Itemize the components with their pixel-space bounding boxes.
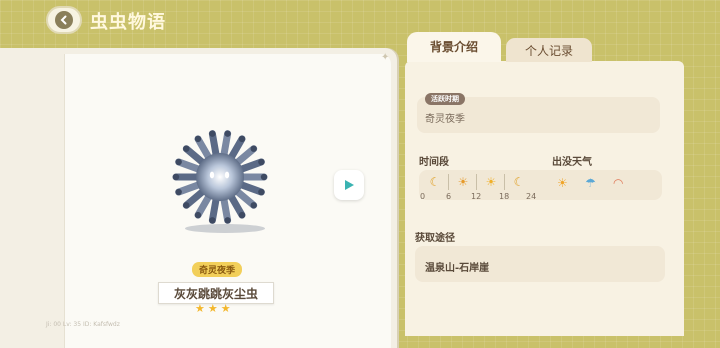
rain-icon: ☂ bbox=[585, 176, 596, 190]
page-corner-icon: ✦ bbox=[381, 52, 390, 63]
divider bbox=[448, 174, 449, 190]
season-badge: 奇灵夜季 bbox=[192, 262, 243, 277]
route-value: 温泉山-石岸崖 bbox=[425, 263, 490, 274]
play-icon bbox=[345, 180, 354, 190]
time-tick: 0 bbox=[420, 192, 426, 201]
time-tick: 6 bbox=[446, 192, 452, 201]
dust-bug-illustration bbox=[172, 130, 268, 224]
star-icon: ★ bbox=[207, 302, 218, 315]
rating-stars: ★ ★ ★ bbox=[195, 303, 231, 314]
tab-personal-record[interactable]: 个人记录 bbox=[506, 38, 592, 62]
sunrise-icon: ☀ bbox=[457, 175, 469, 189]
page-title: 虫虫物语 bbox=[90, 12, 166, 33]
rainbow-icon: ◠ bbox=[613, 176, 624, 190]
active-season-value: 奇灵夜季 bbox=[425, 114, 465, 125]
creature-name: 灰灰跳跳灰尘虫 bbox=[158, 282, 274, 304]
active-period-label: 活跃时期 bbox=[425, 93, 465, 105]
footer-meta: Ji: 00 Lv: 35 ID: Kafsfwdz bbox=[46, 321, 120, 328]
moon-icon: ☾ bbox=[513, 175, 525, 189]
star-icon: ★ bbox=[195, 302, 205, 315]
star-icon: ★ bbox=[220, 302, 231, 315]
chevron-left-icon bbox=[55, 11, 73, 29]
divider bbox=[504, 174, 505, 190]
tab-background[interactable]: 背景介绍 bbox=[407, 32, 501, 62]
time-tick: 12 bbox=[471, 192, 482, 201]
play-animation-button[interactable] bbox=[334, 170, 364, 200]
divider bbox=[476, 174, 477, 190]
sun-icon: ☀ bbox=[557, 176, 568, 190]
route-section-title: 获取途径 bbox=[415, 233, 455, 244]
time-tick: 24 bbox=[526, 192, 537, 201]
moon-icon: ☾ bbox=[429, 175, 441, 189]
creature-shadow bbox=[185, 224, 265, 233]
time-section-title: 时间段 bbox=[419, 157, 449, 168]
sun-icon: ☀ bbox=[485, 175, 497, 189]
back-button[interactable] bbox=[46, 6, 82, 34]
time-tick: 18 bbox=[499, 192, 510, 201]
weather-section-title: 出没天气 bbox=[552, 157, 592, 168]
